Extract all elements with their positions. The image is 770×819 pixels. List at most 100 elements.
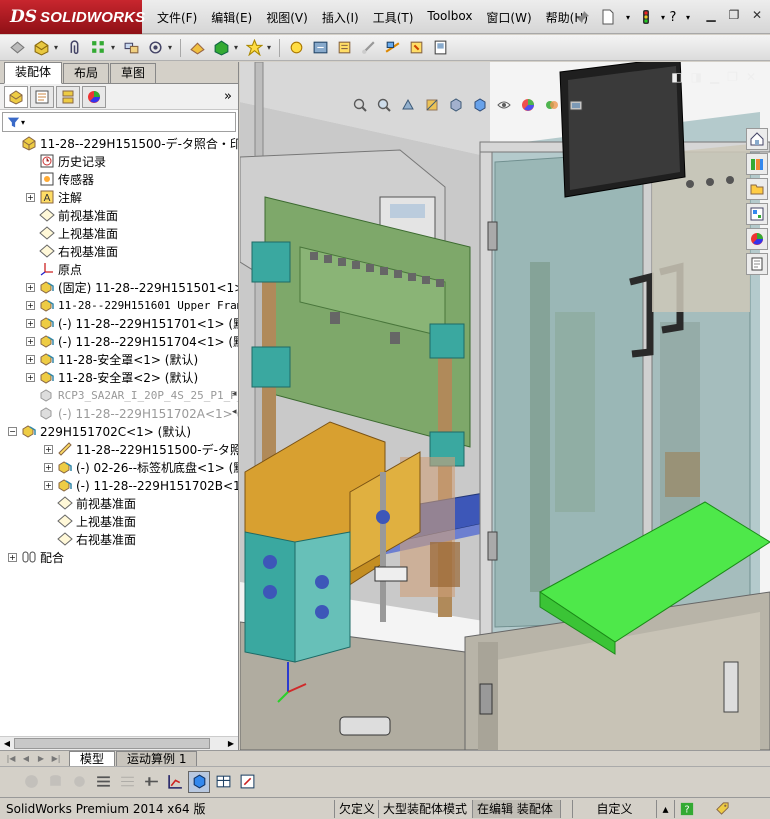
insert-component-icon[interactable] [6,37,28,59]
menu-item[interactable]: 工具(T) [366,9,421,26]
export-icon[interactable] [236,771,258,793]
tree-item[interactable]: + (-) 11-28--229H151704<1> (默认) [0,332,238,350]
tree-expander-icon[interactable]: + [26,300,35,310]
tree-item[interactable]: 上视基准面 [0,224,238,242]
tree-item[interactable]: 历史记录 [0,152,238,170]
tree-item[interactable]: 右视基准面 [0,242,238,260]
paperclip-icon[interactable] [63,37,85,59]
menu-item[interactable]: 视图(V) [259,9,315,26]
tree-expander-icon[interactable]: + [26,354,35,364]
menu-item[interactable]: 文件(F) [150,9,204,26]
view-palette-icon[interactable] [746,203,768,225]
property-manager-icon[interactable] [30,85,54,108]
dropdown-icon[interactable]: ▾ [168,43,175,52]
menu-item[interactable]: Toolbox [420,9,479,26]
slider-icon[interactable] [140,771,162,793]
view-orientation-icon[interactable] [446,96,466,114]
tree-item[interactable]: 右视基准面 [0,530,238,548]
viewport-restore-icon[interactable]: ❐ [727,70,738,84]
scroll-thumb[interactable] [14,738,210,749]
help-icon[interactable]: ? [665,9,681,25]
bill-of-materials-icon[interactable] [333,37,355,59]
next-tab-icon[interactable]: ▶ [34,752,48,766]
tree-expander-icon[interactable]: + [44,480,53,490]
tree-expander-icon[interactable]: + [44,462,53,472]
edit-appearance-icon[interactable] [518,96,538,114]
previous-view-icon[interactable] [398,96,418,114]
dropdown-icon[interactable]: ▾ [267,43,274,52]
first-tab-icon[interactable]: |◀ [4,752,18,766]
status-large-assembly-mode[interactable]: 大型装配体模式 [378,799,472,818]
restore-icon[interactable]: ❐ [727,8,741,22]
viewport-close-icon[interactable]: ✕ [746,70,756,84]
home-icon[interactable] [746,128,768,150]
menu-item[interactable]: 窗口(W) [479,9,538,26]
graphics-viewport[interactable]: ◧ ◨ ▁ ❐ ✕ [240,62,770,750]
next-window-icon[interactable]: ◨ [691,70,702,84]
status-units-custom[interactable]: 自定义 [572,799,656,818]
tree-expander-icon[interactable]: + [8,552,17,562]
tree-item[interactable]: 前视基准面 [0,494,238,512]
exploded-view-icon[interactable] [357,37,379,59]
zoom-to-fit-icon[interactable] [350,96,370,114]
tree-item[interactable]: 上视基准面 [0,512,238,530]
scroll-right-icon[interactable]: ▶ [224,737,238,750]
tree-item[interactable]: + 配合 [0,548,238,566]
mate-icon[interactable] [120,37,142,59]
tree-expander-icon[interactable]: + [26,282,35,292]
tree-expander-icon[interactable]: + [26,372,35,382]
reference-geometry-icon[interactable] [285,37,307,59]
dropdown-icon[interactable]: ▾ [54,43,61,52]
chart-icon[interactable] [164,771,186,793]
tree-item[interactable]: +11-28--229H151601 Upper Frame As [0,296,238,314]
panel-tab[interactable]: 布局 [63,63,110,83]
tree-expander-icon[interactable]: + [26,192,35,202]
tree-item[interactable]: + (固定) 11-28--229H151501<1> (デフ [0,278,238,296]
viewport-minimize-icon[interactable]: ▁ [710,70,719,84]
tree-item[interactable]: + (-) 11-28--229H151701<1> (默认) [0,314,238,332]
custom-properties-icon[interactable] [746,253,768,275]
tree-item[interactable]: − 229H151702C<1> (默认) [0,422,238,440]
help-dropdown-icon[interactable]: ▾ [680,9,696,25]
gear-icon[interactable] [68,771,90,793]
appearances-icon[interactable] [746,228,768,250]
show-hidden-icon[interactable] [210,37,232,59]
display-style-icon[interactable] [470,96,490,114]
tree-item[interactable]: 前视基准面 [0,206,238,224]
view-orient-icon[interactable] [144,37,166,59]
tree-item[interactable]: +11-28--229H151500-デ-タ照合 [0,440,238,458]
view-settings-icon[interactable] [566,96,586,114]
box-view-icon[interactable] [188,770,210,793]
menu-item[interactable]: 插入(I) [315,9,366,26]
new-motion-study-icon[interactable] [309,37,331,59]
panel-tab[interactable]: 装配体 [4,62,63,84]
list-icon[interactable] [92,771,114,793]
assembly-features-icon[interactable] [243,37,265,59]
instant3d-icon[interactable] [405,37,427,59]
previous-window-icon[interactable]: ◧ [671,70,682,84]
new-dropdown-icon[interactable]: ▾ [620,9,636,25]
tree-item[interactable]: +11-28-安全罩<2> (默认) [0,368,238,386]
cylinder-icon[interactable] [44,771,66,793]
tree-expander-icon[interactable]: + [26,336,35,346]
tree-expander-icon[interactable]: + [26,318,35,328]
menu-item[interactable]: 编辑(E) [204,9,259,26]
dropdown-icon[interactable]: ▾ [111,43,118,52]
solidworks-logo[interactable]: DS SOLIDWORKS [0,0,145,34]
new-document-icon[interactable] [600,9,616,25]
file-explorer-icon[interactable] [746,178,768,200]
tree-item[interactable]: +11-28-安全罩<1> (默认) [0,350,238,368]
tree-item[interactable]: + (-) 11-28--229H151702B<1> (默 [0,476,238,494]
configuration-manager-icon[interactable] [56,85,80,108]
tree-item[interactable]: 原点 [0,260,238,278]
interference-icon[interactable] [381,37,403,59]
snapshot-icon[interactable] [429,37,451,59]
grid-icon[interactable] [116,771,138,793]
display-manager-icon[interactable] [82,85,106,108]
close-icon[interactable]: ✕ [750,8,764,22]
pin-icon[interactable] [575,9,591,25]
panel-tab[interactable]: 草图 [110,63,157,83]
last-tab-icon[interactable]: ▶| [49,752,63,766]
tree-item[interactable]: + A 注解 [0,188,238,206]
dropdown-icon[interactable]: ▾ [234,43,241,52]
